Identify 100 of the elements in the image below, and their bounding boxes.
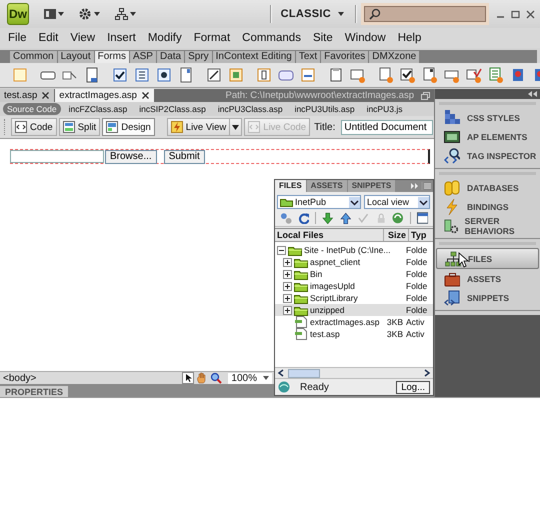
file-row[interactable]: test.asp 3KB Activ [275, 328, 433, 340]
insert-tab[interactable]: Spry [185, 51, 212, 63]
panel-button[interactable]: AP ELEMENTS [436, 127, 539, 146]
view-button[interactable]: Code [11, 118, 57, 136]
panel-tab[interactable]: FILES [275, 180, 306, 192]
insert-tab[interactable]: Forms [94, 51, 129, 63]
file-name[interactable]: ScriptLibrary [310, 293, 358, 303]
pointer-tool-icon[interactable] [182, 372, 194, 384]
panel-button[interactable]: TAG INSPECTOR [436, 146, 539, 165]
form-element-icon[interactable] [422, 67, 438, 83]
site-dropdown[interactable]: InetPub [277, 195, 361, 209]
insert-tab[interactable]: InContext Editing [212, 51, 295, 63]
file-row[interactable]: ScriptLibrary Folde [275, 292, 433, 304]
panel-tab[interactable]: SNIPPETS [348, 180, 396, 192]
menu-item[interactable]: Format [194, 32, 230, 44]
form-element-icon[interactable] [206, 67, 222, 83]
menu-item[interactable]: Insert [107, 32, 136, 44]
menu-item[interactable]: Modify [148, 32, 182, 44]
file-name[interactable]: imagesUpld [310, 281, 355, 291]
view-dropdown[interactable]: Local view [364, 195, 430, 209]
column-header[interactable]: Typ [409, 229, 433, 241]
menu-item[interactable]: View [70, 32, 96, 44]
panel-button[interactable]: DATABASES [436, 178, 539, 197]
menu-item[interactable]: Help [398, 32, 422, 44]
panel-button[interactable]: CSS STYLES [436, 108, 539, 127]
sitemap-icon[interactable] [115, 8, 137, 20]
maximize-icon[interactable] [511, 10, 520, 18]
search-field[interactable] [364, 6, 486, 22]
panel-menu-icon[interactable] [411, 182, 431, 190]
scroll-right-icon[interactable] [423, 369, 431, 377]
file-row[interactable]: Site - InetPub (C:\Ine... Folde [275, 244, 433, 256]
related-file[interactable]: incSIP2Class.asp [135, 103, 210, 115]
form-element-icon[interactable] [84, 67, 100, 83]
menu-item[interactable]: File [8, 32, 27, 44]
file-row[interactable]: imagesUpld Folde [275, 280, 433, 292]
file-name[interactable]: aspnet_client [310, 257, 360, 267]
menu-item[interactable]: Site [312, 32, 333, 44]
file-name[interactable]: Site - InetPub (C:\Ine... [304, 245, 390, 255]
panel-button[interactable]: FILES [436, 248, 539, 269]
expand-icon[interactable] [283, 258, 292, 266]
panel-button[interactable]: ASSETS [436, 269, 539, 288]
file-row[interactable]: Bin Folde [275, 268, 433, 280]
document-tab[interactable]: extractImages.asp [55, 89, 154, 102]
tag-selector[interactable]: <body> [3, 372, 36, 384]
related-file[interactable]: Source Code [3, 103, 61, 115]
insert-tab[interactable]: Layout [58, 51, 94, 63]
live-view-dropdown[interactable] [229, 118, 242, 136]
expand-icon[interactable] [283, 270, 292, 278]
view-button[interactable]: Design [102, 118, 155, 136]
sync-icon[interactable] [392, 212, 404, 224]
view-button[interactable]: Split [58, 118, 100, 136]
connect-icon[interactable] [280, 212, 292, 224]
check-out-icon[interactable] [357, 212, 369, 224]
panel-button[interactable]: BINDINGS [436, 197, 539, 216]
panel-tab[interactable]: ASSETS [306, 180, 347, 192]
form-element-icon[interactable] [328, 67, 344, 83]
form-element-icon[interactable] [400, 67, 416, 83]
selected-row[interactable]: unzipped Folde [275, 304, 433, 316]
expand-icon[interactable] [283, 294, 292, 302]
workspace-switcher[interactable]: CLASSIC [276, 8, 350, 20]
related-file[interactable]: incFZClass.asp [64, 103, 132, 115]
column-header[interactable]: Size [384, 229, 409, 241]
insert-tab[interactable]: Common [10, 51, 57, 63]
panel-button[interactable]: SERVER BEHAVIORS [436, 216, 539, 235]
title-field[interactable]: Untitled Document [341, 120, 434, 134]
insert-tab[interactable]: Data [156, 51, 184, 63]
panel-button[interactable]: SNIPPETS [436, 288, 539, 307]
expand-panel-icon[interactable] [416, 212, 428, 224]
zoom-dropdown[interactable]: 100% [228, 372, 272, 384]
expand-icon[interactable] [283, 306, 292, 314]
related-file[interactable]: incPU3Utils.asp [290, 103, 359, 115]
live-view-button[interactable]: Live View [166, 118, 230, 136]
properties-tab[interactable]: PROPERTIES [0, 386, 68, 397]
file-row[interactable]: extractImages.asp 3KB Activ [275, 316, 433, 328]
related-file[interactable]: incPU3Class.asp [214, 103, 287, 115]
file-name[interactable]: extractImages.asp [310, 317, 380, 327]
scroll-thumb[interactable] [288, 368, 320, 378]
horizontal-scrollbar[interactable] [275, 367, 433, 378]
insert-tab[interactable]: ASP [130, 51, 156, 63]
expand-icon[interactable] [283, 282, 292, 290]
scroll-left-icon[interactable] [277, 369, 285, 377]
gear-icon[interactable] [79, 8, 101, 20]
column-header[interactable]: Local Files [275, 229, 384, 241]
insert-tab[interactable]: DMXzone [369, 51, 420, 63]
menu-item[interactable]: Edit [38, 32, 58, 44]
layout-menu-icon[interactable] [43, 8, 65, 20]
form-element-icon[interactable] [112, 67, 128, 83]
file-row[interactable]: aspnet_client Folde [275, 256, 433, 268]
form-element-icon[interactable] [134, 67, 150, 83]
form-element-icon[interactable] [156, 67, 172, 83]
document-tab[interactable]: test.asp [0, 89, 54, 102]
collapse-icon[interactable] [277, 246, 286, 254]
file-name[interactable]: test.asp [310, 329, 340, 339]
insert-tab[interactable]: Favorites [321, 51, 368, 63]
close-icon[interactable] [42, 92, 50, 99]
file-name[interactable]: Bin [310, 269, 322, 279]
browse-button[interactable]: Browse... [105, 150, 157, 164]
refresh-icon[interactable] [298, 212, 310, 224]
insert-tab[interactable]: Text [296, 51, 320, 63]
menu-item[interactable]: Commands [242, 32, 301, 44]
